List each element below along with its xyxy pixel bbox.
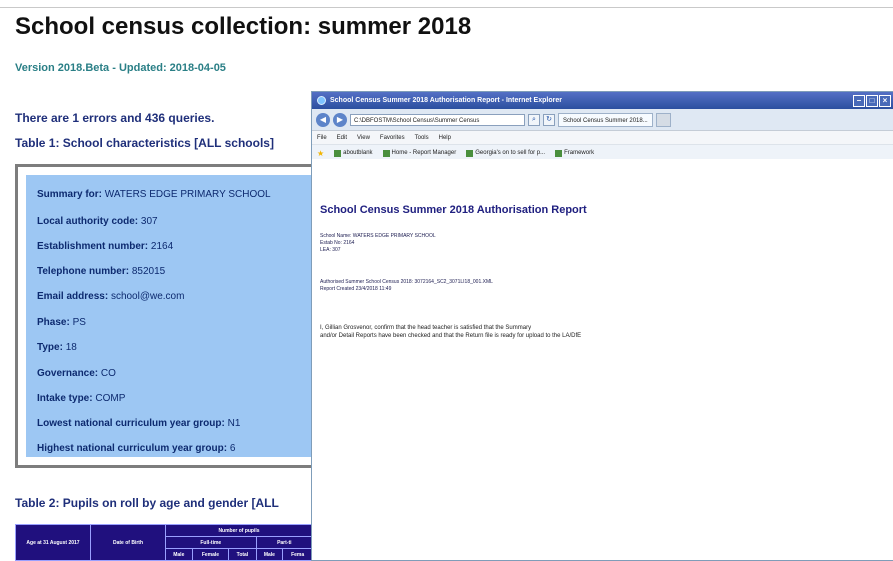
authorised-line: Authorised Summer School Census 2018: 30… — [320, 279, 493, 285]
report-created: Report Created 23/4/2018 11:49 — [320, 286, 392, 292]
table-header-cell: Age at 31 August 2017 — [15, 524, 91, 561]
summary-row: Type: 18 — [37, 342, 77, 353]
summary-row: Highest national curriculum year group: … — [37, 443, 235, 454]
errors-summary: There are 1 errors and 436 queries. — [15, 111, 215, 125]
favorite-link[interactable]: Framework — [555, 149, 594, 157]
table-subheader-cell: Part-ti — [255, 536, 313, 549]
summary-value: 18 — [65, 342, 77, 353]
school-summary-box: Summary for: WATERS EDGE PRIMARY SCHOOL … — [15, 164, 335, 468]
menu-favorites[interactable]: Favorites — [380, 135, 405, 141]
top-divider — [0, 7, 893, 8]
summary-row: Intake type: COMP — [37, 393, 125, 404]
summary-label: Local authority code: — [37, 216, 139, 227]
table-header-cell: Number of pupils — [165, 524, 313, 537]
forward-button[interactable]: ▶ — [333, 112, 347, 127]
lea-code: LEA: 307 — [320, 247, 341, 253]
summary-label: Telephone number: — [37, 266, 130, 277]
menu-view[interactable]: View — [357, 135, 370, 141]
browser-title: School Census Summer 2018 Authorisation … — [330, 97, 562, 104]
summary-panel: Summary for: WATERS EDGE PRIMARY SCHOOL … — [26, 175, 332, 457]
favorite-link[interactable]: Georgia's on to sell for p... — [466, 149, 545, 157]
summary-value: school@we.com — [110, 291, 185, 302]
table2-heading: Table 2: Pupils on roll by age and gende… — [15, 496, 279, 510]
summary-row: Governance: CO — [37, 368, 116, 379]
summary-label: Highest national curriculum year group: — [37, 443, 228, 454]
confirmation-text-line1: I, Gillian Grosvenor, confirm that the h… — [320, 325, 532, 331]
summary-label: Establishment number: — [37, 241, 149, 252]
address-bar: ◀ ▶ C:\DBFOSTM\School Census\Summer Cens… — [312, 109, 893, 131]
page-icon — [555, 149, 563, 157]
star-icon[interactable]: ★ — [317, 149, 324, 158]
summary-label: Lowest national curriculum year group: — [37, 418, 225, 429]
back-button[interactable]: ◀ — [316, 112, 330, 127]
summary-value: WATERS EDGE PRIMARY SCHOOL — [104, 189, 271, 200]
summary-value: 852015 — [131, 266, 166, 277]
summary-row: Lowest national curriculum year group: N… — [37, 418, 240, 429]
summary-label: Type: — [37, 342, 63, 353]
summary-row: Phase: PS — [37, 317, 86, 328]
page-icon — [334, 149, 342, 157]
pupils-table: Age at 31 August 2017 Date of Birth Numb… — [15, 524, 313, 561]
table-subheader-cell: Full-time — [165, 536, 257, 549]
browser-tab[interactable]: School Census Summer 2018... — [558, 112, 653, 127]
table-col-header: Fema — [282, 548, 313, 561]
summary-label: Governance: — [37, 368, 99, 379]
summary-value: 307 — [140, 216, 158, 227]
summary-value: PS — [72, 317, 86, 328]
summary-label: Intake type: — [37, 393, 93, 404]
browser-window[interactable]: School Census Summer 2018 Authorisation … — [311, 91, 893, 561]
favorite-link[interactable]: aboutblank — [334, 149, 373, 157]
report-content: School Census Summer 2018 Authorisation … — [312, 159, 893, 560]
address-input[interactable]: C:\DBFOSTM\School Census\Summer Census — [350, 113, 525, 126]
table-header-cell: Date of Birth — [90, 524, 166, 561]
summary-row: Email address: school@we.com — [37, 291, 184, 302]
table1-heading: Table 1: School characteristics [ALL sch… — [15, 136, 274, 150]
menu-help[interactable]: Help — [439, 135, 451, 141]
refresh-icon[interactable]: ↻ — [543, 113, 555, 126]
table-col-header: Male — [165, 548, 193, 561]
menu-edit[interactable]: Edit — [337, 135, 347, 141]
confirmation-text-line2: and/or Detail Reports have been checked … — [320, 333, 582, 339]
close-button[interactable]: × — [879, 94, 891, 107]
page-icon — [466, 149, 474, 157]
summary-value: N1 — [227, 418, 241, 429]
summary-value: CO — [100, 368, 116, 379]
table-col-header: Male — [255, 548, 284, 561]
favorite-link[interactable]: Home - Report Manager — [382, 149, 456, 157]
summary-label: Email address: — [37, 291, 109, 302]
summary-row: Telephone number: 852015 — [37, 266, 165, 277]
menu-tools[interactable]: Tools — [415, 135, 429, 141]
report-title: School Census Summer 2018 Authorisation … — [320, 204, 587, 216]
school-name: School Name: WATERS EDGE PRIMARY SCHOOL — [320, 233, 436, 239]
summary-row: Summary for: WATERS EDGE PRIMARY SCHOOL — [37, 189, 271, 200]
summary-label: Summary for: — [37, 189, 103, 200]
summary-label: Phase: — [37, 317, 70, 328]
search-icon[interactable]: ⌕ — [528, 113, 540, 126]
table-col-header: Total — [228, 548, 257, 561]
summary-row: Local authority code: 307 — [37, 216, 158, 227]
table-col-header: Female — [191, 548, 230, 561]
summary-row: Establishment number: 2164 — [37, 241, 173, 252]
summary-value: COMP — [95, 393, 126, 404]
browser-titlebar[interactable]: School Census Summer 2018 Authorisation … — [312, 92, 893, 109]
page-icon — [382, 149, 390, 157]
minimize-button[interactable]: – — [853, 94, 865, 107]
estab-number: Estab No: 2164 — [320, 240, 355, 246]
maximize-button[interactable]: □ — [866, 94, 878, 107]
version-label: Version 2018.Beta - Updated: 2018-04-05 — [15, 62, 226, 74]
menu-bar: File Edit View Favorites Tools Help — [312, 131, 893, 145]
summary-value: 6 — [229, 443, 236, 454]
summary-value: 2164 — [150, 241, 174, 252]
new-tab-button[interactable] — [655, 112, 671, 127]
menu-file[interactable]: File — [317, 135, 327, 141]
ie-logo-icon — [317, 96, 326, 105]
window-controls: – □ × — [853, 94, 893, 107]
page-title: School census collection: summer 2018 — [15, 13, 472, 40]
